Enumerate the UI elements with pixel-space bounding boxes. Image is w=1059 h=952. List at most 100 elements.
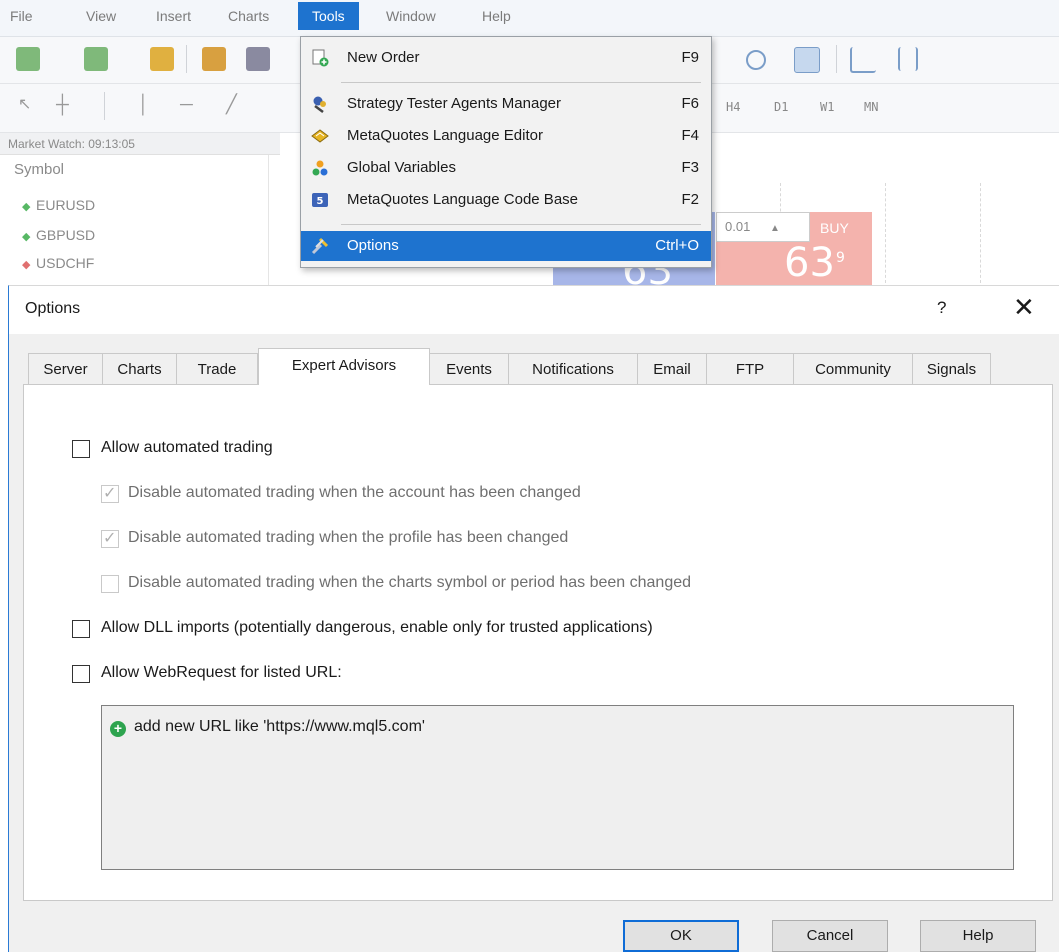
menu-item-codebase[interactable]: 5 MetaQuotes Language Code Base F2	[301, 185, 711, 215]
menu-window[interactable]: Window	[386, 8, 436, 24]
new-chart-icon[interactable]	[16, 47, 40, 71]
url-list[interactable]: + add new URL like 'https://www.mql5.com…	[101, 705, 1014, 870]
buy-button-label[interactable]: BUY	[820, 220, 849, 236]
timeframe-d1[interactable]: D1	[774, 100, 788, 114]
timeframe-w1[interactable]: W1	[820, 100, 834, 114]
add-url-icon[interactable]: +	[110, 721, 126, 737]
market-watch-title: Market Watch: 09:13:05	[0, 133, 280, 155]
tab-ftp[interactable]: FTP	[706, 353, 794, 384]
symbol-name: GBPUSD	[36, 227, 96, 243]
menu-item-global-variables[interactable]: Global Variables F3	[301, 153, 711, 183]
allow-webrequest-label: Allow WebRequest for listed URL:	[101, 664, 342, 681]
lot-up-icon[interactable]: ▲	[770, 223, 780, 234]
buy-price-sup: 9	[836, 250, 845, 266]
timeframe-mn[interactable]: MN	[864, 100, 878, 114]
cursor-icon[interactable]: ↖	[18, 94, 42, 118]
down-arrow-icon: ◆	[22, 259, 31, 271]
lot-value: 0.01	[725, 219, 751, 234]
help-button[interactable]: Help	[920, 920, 1036, 952]
disable-on-profile-change-label: Disable automated trading when the profi…	[128, 529, 569, 546]
tab-events[interactable]: Events	[429, 353, 509, 384]
symbol-column-header[interactable]: Symbol	[14, 161, 64, 178]
chart-shift-icon[interactable]	[850, 47, 876, 73]
tile-windows-icon[interactable]	[794, 47, 820, 73]
close-icon[interactable]: ✕	[1013, 292, 1035, 323]
toolbar-separator	[104, 92, 105, 120]
dialog-title: Options	[25, 300, 81, 317]
allow-webrequest-checkbox[interactable]	[72, 665, 90, 683]
autotrading-icon[interactable]	[246, 47, 270, 71]
options-dialog: Options ? ✕ Server Charts Trade Expert A…	[8, 285, 1059, 952]
allow-dll-imports-label: Allow DLL imports (potentially dangerous…	[101, 619, 653, 636]
tab-notifications[interactable]: Notifications	[508, 353, 638, 384]
profiles-icon[interactable]	[84, 47, 108, 71]
tab-trade[interactable]: Trade	[176, 353, 258, 384]
menu-item-shortcut: F6	[681, 95, 699, 112]
tab-community[interactable]: Community	[793, 353, 913, 384]
grid-line	[980, 183, 981, 283]
menu-item-shortcut: F9	[681, 49, 699, 66]
menu-item-strategy-tester[interactable]: Strategy Tester Agents Manager F6	[301, 89, 711, 119]
strategy-tester-icon	[313, 96, 326, 113]
zoom-out-icon[interactable]	[746, 50, 766, 70]
menu-charts[interactable]: Charts	[228, 8, 269, 24]
menu-file[interactable]: File	[10, 8, 33, 24]
help-icon[interactable]: ?	[937, 298, 946, 318]
menu-item-label: MetaQuotes Language Code Base	[347, 191, 578, 208]
cancel-button[interactable]: Cancel	[772, 920, 888, 952]
market-watch-row[interactable]: ◆ GBPUSD	[22, 227, 95, 243]
menu-view[interactable]: View	[86, 8, 116, 24]
allow-dll-imports-checkbox[interactable]	[72, 620, 90, 638]
dialog-title-bar: Options ? ✕	[9, 286, 1059, 334]
menu-help[interactable]: Help	[482, 8, 511, 24]
column-divider	[268, 155, 269, 285]
disable-on-symbol-change-label: Disable automated trading when the chart…	[128, 574, 692, 591]
menu-tools[interactable]: Tools	[298, 2, 359, 30]
disable-on-symbol-change-checkbox	[101, 575, 119, 593]
global-variables-icon	[312, 160, 328, 176]
menu-item-metaeditor[interactable]: MetaQuotes Language Editor F4	[301, 121, 711, 151]
menu-item-label: MetaQuotes Language Editor	[347, 127, 543, 144]
menu-item-shortcut: F3	[681, 159, 699, 176]
checkmark-icon: ✓	[103, 485, 117, 502]
tab-charts[interactable]: Charts	[102, 353, 177, 384]
menu-item-shortcut: Ctrl+O	[655, 237, 699, 254]
tab-expert-advisors[interactable]: Expert Advisors	[258, 348, 430, 385]
market-watch-row[interactable]: ◆ EURUSD	[22, 197, 95, 213]
svg-text:5: 5	[317, 196, 324, 207]
tab-server[interactable]: Server	[28, 353, 103, 384]
menu-item-shortcut: F2	[681, 191, 699, 208]
menu-bar: File View Insert Charts Tools Window Hel…	[0, 0, 1059, 37]
buy-price-big: 63	[784, 240, 835, 286]
toolbar-separator	[836, 45, 837, 73]
menu-separator	[341, 224, 701, 225]
menu-item-options[interactable]: Options Ctrl+O	[301, 231, 711, 261]
autoscroll-icon[interactable]	[898, 47, 918, 71]
templates-icon[interactable]	[150, 47, 174, 71]
allow-automated-trading-checkbox[interactable]	[72, 440, 90, 458]
menu-item-label: Options	[347, 237, 399, 254]
disable-on-profile-change-checkbox: ✓	[101, 530, 119, 548]
tab-email[interactable]: Email	[637, 353, 707, 384]
menu-separator	[341, 82, 701, 83]
metaeditor-icon	[311, 129, 329, 143]
allow-automated-trading-label: Allow automated trading	[101, 439, 273, 456]
lot-size-input[interactable]: 0.01 ▲	[716, 212, 810, 242]
trendline-icon[interactable]: ╱	[226, 94, 250, 118]
new-order-icon	[312, 49, 329, 67]
disable-on-account-change-label: Disable automated trading when the accou…	[128, 484, 581, 501]
menu-item-label: New Order	[347, 49, 420, 66]
tab-signals[interactable]: Signals	[912, 353, 991, 384]
up-arrow-icon: ◆	[22, 231, 31, 243]
add-url-text[interactable]: add new URL like 'https://www.mql5.com'	[134, 718, 425, 736]
crosshair-icon[interactable]: ┼	[56, 94, 80, 118]
toolbar-separator	[186, 45, 187, 73]
vertical-line-icon[interactable]: │	[138, 94, 162, 118]
horizontal-line-icon[interactable]: ─	[180, 94, 204, 118]
menu-item-new-order[interactable]: New Order F9	[301, 43, 711, 73]
ok-button[interactable]: OK	[623, 920, 739, 952]
market-watch-row[interactable]: ◆ USDCHF	[22, 255, 94, 271]
metaeditor-toolbar-icon[interactable]	[202, 47, 226, 71]
menu-insert[interactable]: Insert	[156, 8, 191, 24]
timeframe-h4[interactable]: H4	[726, 100, 740, 114]
